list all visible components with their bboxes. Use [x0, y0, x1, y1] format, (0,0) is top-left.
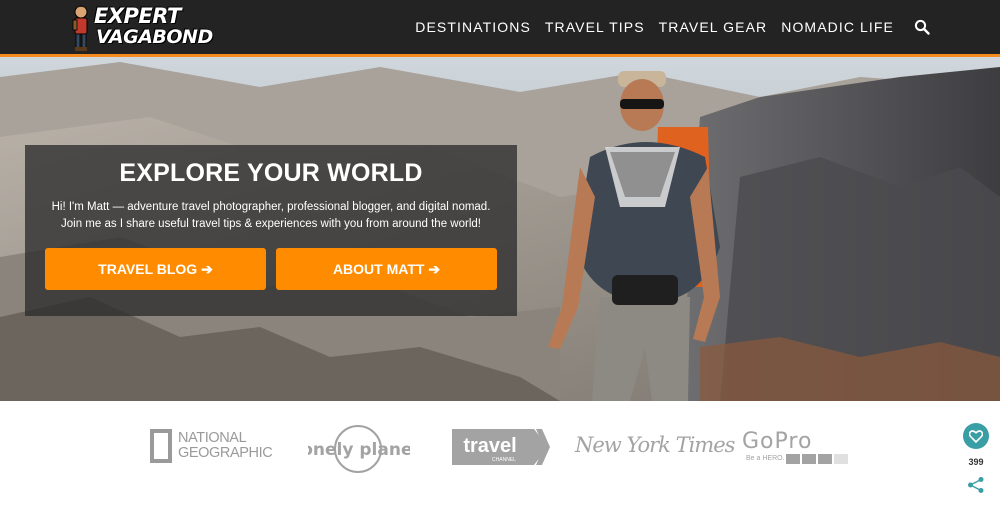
hero-panel: EXPLORE YOUR WORLD Hi! I'm Matt — advent… [25, 145, 517, 316]
natgeo-line-1: NATIONAL [178, 430, 247, 446]
travel-channel-badge-icon: travel CHANNEL [452, 429, 550, 465]
gopro-blocks-icon [786, 454, 848, 464]
nyt-text: New York Times [575, 433, 735, 457]
logo-line-2: VAGABOND [96, 26, 213, 48]
vagabond-figure-icon [72, 5, 88, 51]
share-icon[interactable] [967, 476, 985, 494]
site-logo[interactable]: EXPERT VAGABOND [70, 4, 213, 52]
gopro-logo: GoPro Be a HERO. [742, 425, 852, 469]
hero-intro-text: Hi! I'm Matt — adventure travel photogra… [51, 201, 491, 230]
gopro-tagline: Be a HERO. [746, 455, 785, 462]
natgeo-yellow-border-icon [150, 429, 172, 463]
lonely-planet-logo: lonely planet [295, 425, 421, 473]
nav-item-travel-tips[interactable]: TRAVEL TIPS [545, 19, 645, 35]
nav-item-nomadic-life[interactable]: NOMADIC LIFE [781, 19, 894, 35]
national-geographic-logo: NATIONAL GEOGRAPHIC [150, 425, 273, 469]
logo-line-1: EXPERT [94, 4, 181, 28]
travel-channel-logo: travel CHANNEL [450, 425, 550, 469]
hero-section: EXPLORE YOUR WORLD Hi! I'm Matt — advent… [0, 57, 1000, 401]
search-icon[interactable] [914, 19, 930, 35]
logo-text: EXPERT VAGABOND [94, 6, 213, 48]
hero-title: EXPLORE YOUR WORLD [119, 159, 423, 187]
natgeo-text: NATIONAL GEOGRAPHIC [178, 430, 273, 461]
travel-channel-word: travel [463, 435, 516, 457]
nav-item-destinations[interactable]: DESTINATIONS [415, 19, 531, 35]
lonely-planet-circle-icon: lonely planet [295, 425, 421, 473]
about-matt-button[interactable]: ABOUT MATT ➔ [276, 248, 497, 290]
heart-icon[interactable] [963, 423, 989, 449]
site-header: EXPERT VAGABOND DESTINATIONS TRAVEL TIPS… [0, 0, 1000, 57]
travel-blog-button[interactable]: TRAVEL BLOG ➔ [45, 248, 266, 290]
nav-item-travel-gear[interactable]: TRAVEL GEAR [659, 19, 768, 35]
travel-channel-sub: CHANNEL [492, 457, 516, 463]
press-logos: NATIONAL GEOGRAPHIC lonely planet travel… [0, 401, 1000, 508]
share-widget: 399 [958, 420, 994, 498]
natgeo-line-2: GEOGRAPHIC [178, 445, 273, 461]
new-york-times-logo: New York Times [575, 425, 735, 469]
share-count: 399 [968, 457, 984, 467]
main-nav: DESTINATIONS TRAVEL TIPS TRAVEL GEAR NOM… [401, 0, 930, 54]
lonely-planet-text: lonely planet [308, 440, 410, 460]
gopro-text: GoPro [742, 429, 813, 454]
